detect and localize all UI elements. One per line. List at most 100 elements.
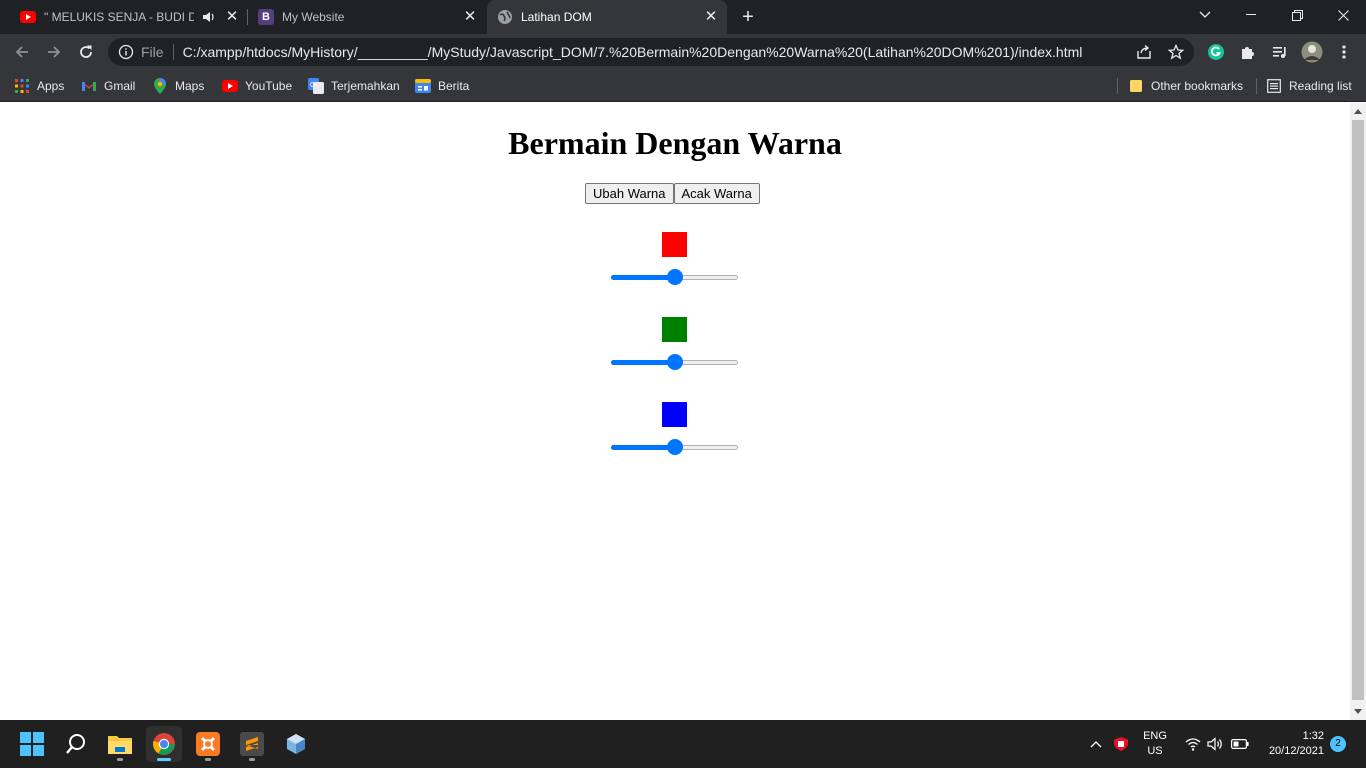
reload-icon[interactable]	[74, 40, 98, 64]
forward-arrow-icon[interactable]	[42, 40, 66, 64]
new-tab-icon[interactable]: +	[737, 6, 759, 28]
maps-icon	[152, 78, 168, 94]
bookmark-apps[interactable]: Apps	[14, 77, 64, 95]
tab-search-chevron-icon[interactable]	[1182, 0, 1228, 30]
running-indicator	[249, 758, 255, 761]
news-icon	[415, 78, 431, 94]
speaker-icon[interactable]	[202, 10, 216, 27]
vertical-scrollbar[interactable]	[1350, 103, 1366, 720]
translate-icon: G	[308, 78, 324, 94]
change-color-button[interactable]: Ubah Warna	[585, 183, 674, 204]
tab-youtube-melukis-senja[interactable]: " MELUKIS SENJA - BUDI DO ✕	[12, 0, 248, 34]
media-control-icon[interactable]	[1270, 42, 1290, 62]
tab-latihan-dom[interactable]: Latihan DOM ✕	[487, 0, 727, 34]
tab-strip: " MELUKIS SENJA - BUDI DO ✕ B My Website…	[0, 0, 1366, 34]
minimize-icon[interactable]	[1228, 0, 1274, 30]
blue-swatch	[662, 402, 687, 427]
tab-title: " MELUKIS SENJA - BUDI DO	[44, 10, 194, 24]
show-hidden-icons-chevron-icon[interactable]	[1088, 732, 1104, 756]
url-text[interactable]: C:/xampp/htdocs/MyHistory/_________/MySt…	[183, 44, 1133, 60]
system-clock[interactable]: 1:32 20/12/2021	[1262, 729, 1324, 759]
bookmarks-separator	[1117, 78, 1118, 94]
bookmark-terjemahkan[interactable]: G Terjemahkan	[308, 77, 400, 95]
svg-text:G: G	[310, 82, 315, 89]
globe-icon	[497, 9, 513, 25]
bookmark-star-icon[interactable]	[1166, 42, 1186, 62]
slider-fill	[611, 275, 676, 280]
scrollbar-thumb[interactable]	[1352, 120, 1364, 700]
bookmark-maps[interactable]: Maps	[152, 77, 204, 95]
scroll-up-arrow-icon[interactable]	[1354, 109, 1362, 114]
tab-my-website[interactable]: B My Website ✕	[250, 0, 486, 34]
sublime-text-icon[interactable]	[234, 726, 270, 762]
close-tab-icon[interactable]: ✕	[462, 9, 478, 25]
back-arrow-icon[interactable]	[10, 40, 34, 64]
red-slider[interactable]	[610, 269, 740, 285]
start-windows-icon[interactable]	[14, 726, 50, 762]
reading-list-icon	[1266, 78, 1282, 94]
bookmark-berita[interactable]: Berita	[415, 77, 469, 95]
tab-title: My Website	[282, 10, 345, 24]
chrome-icon[interactable]	[146, 726, 182, 762]
running-indicator	[205, 758, 211, 761]
bookmark-youtube[interactable]: YouTube	[222, 77, 292, 95]
gmail-icon	[81, 78, 97, 94]
search-icon[interactable]	[58, 726, 94, 762]
scroll-down-arrow-icon[interactable]	[1354, 709, 1362, 714]
slider-thumb[interactable]	[666, 269, 683, 285]
slider-thumb[interactable]	[666, 439, 683, 455]
tab-separator	[247, 9, 248, 25]
security-shield-icon[interactable]	[1112, 732, 1130, 756]
xampp-icon[interactable]	[190, 726, 226, 762]
battery-icon[interactable]	[1230, 732, 1250, 756]
address-bar[interactable]: File C:/xampp/htdocs/MyHistory/_________…	[108, 38, 1194, 66]
input-language-indicator[interactable]: ENG US	[1140, 729, 1170, 759]
notification-badge[interactable]: 2	[1330, 736, 1346, 752]
close-window-icon[interactable]	[1320, 0, 1366, 30]
bookmark-gmail[interactable]: Gmail	[81, 77, 135, 95]
clock-time: 1:32	[1302, 730, 1324, 742]
reading-list-label: Reading list	[1289, 79, 1352, 93]
red-swatch	[662, 232, 687, 257]
share-icon[interactable]	[1134, 42, 1154, 62]
file-explorer-icon[interactable]	[102, 726, 138, 762]
close-tab-icon[interactable]: ✕	[703, 9, 719, 25]
wifi-icon[interactable]	[1184, 732, 1202, 756]
running-indicator	[117, 758, 123, 761]
clock-date: 20/12/2021	[1268, 745, 1324, 757]
youtube-icon	[20, 9, 36, 25]
slider-thumb[interactable]	[666, 354, 683, 370]
info-icon[interactable]	[118, 44, 134, 60]
folder-icon	[1128, 78, 1144, 94]
random-color-button[interactable]: Acak Warna	[673, 183, 760, 204]
bookmark-label: Berita	[438, 79, 470, 93]
restore-icon[interactable]	[1274, 0, 1320, 30]
other-bookmarks[interactable]: Other bookmarks	[1128, 77, 1243, 95]
bookmarks-separator	[1256, 78, 1257, 94]
slider-fill	[611, 360, 676, 365]
green-slider[interactable]	[610, 354, 740, 370]
profile-avatar[interactable]	[1301, 41, 1323, 63]
reading-list[interactable]: Reading list	[1266, 77, 1352, 95]
extensions-puzzle-icon[interactable]	[1238, 42, 1258, 62]
region-label: US	[1147, 745, 1163, 757]
running-indicator	[157, 758, 171, 761]
bookmark-label: Gmail	[104, 79, 136, 93]
youtube-icon	[222, 78, 238, 94]
button-row: Ubah Warna Acak Warna	[585, 183, 760, 204]
virtualbox-icon[interactable]	[278, 726, 314, 762]
blue-slider[interactable]	[610, 439, 740, 455]
language-label: ENG	[1143, 730, 1167, 742]
more-menu-icon[interactable]	[1334, 42, 1354, 62]
other-bookmarks-label: Other bookmarks	[1151, 79, 1244, 93]
windows-taskbar: ENG US 1:32 20/12/2021 2	[0, 720, 1366, 768]
grammarly-icon[interactable]	[1206, 42, 1226, 62]
bookmark-label: Maps	[175, 79, 205, 93]
volume-icon[interactable]	[1206, 732, 1224, 756]
slider-fill	[611, 445, 676, 450]
bootstrap-icon: B	[258, 9, 274, 25]
browser-toolbar: File C:/xampp/htdocs/MyHistory/_________…	[0, 34, 1366, 70]
scheme-label: File	[141, 44, 164, 60]
close-tab-icon[interactable]: ✕	[224, 9, 240, 25]
page-viewport: Bermain Dengan Warna Ubah Warna Acak War…	[0, 103, 1350, 720]
